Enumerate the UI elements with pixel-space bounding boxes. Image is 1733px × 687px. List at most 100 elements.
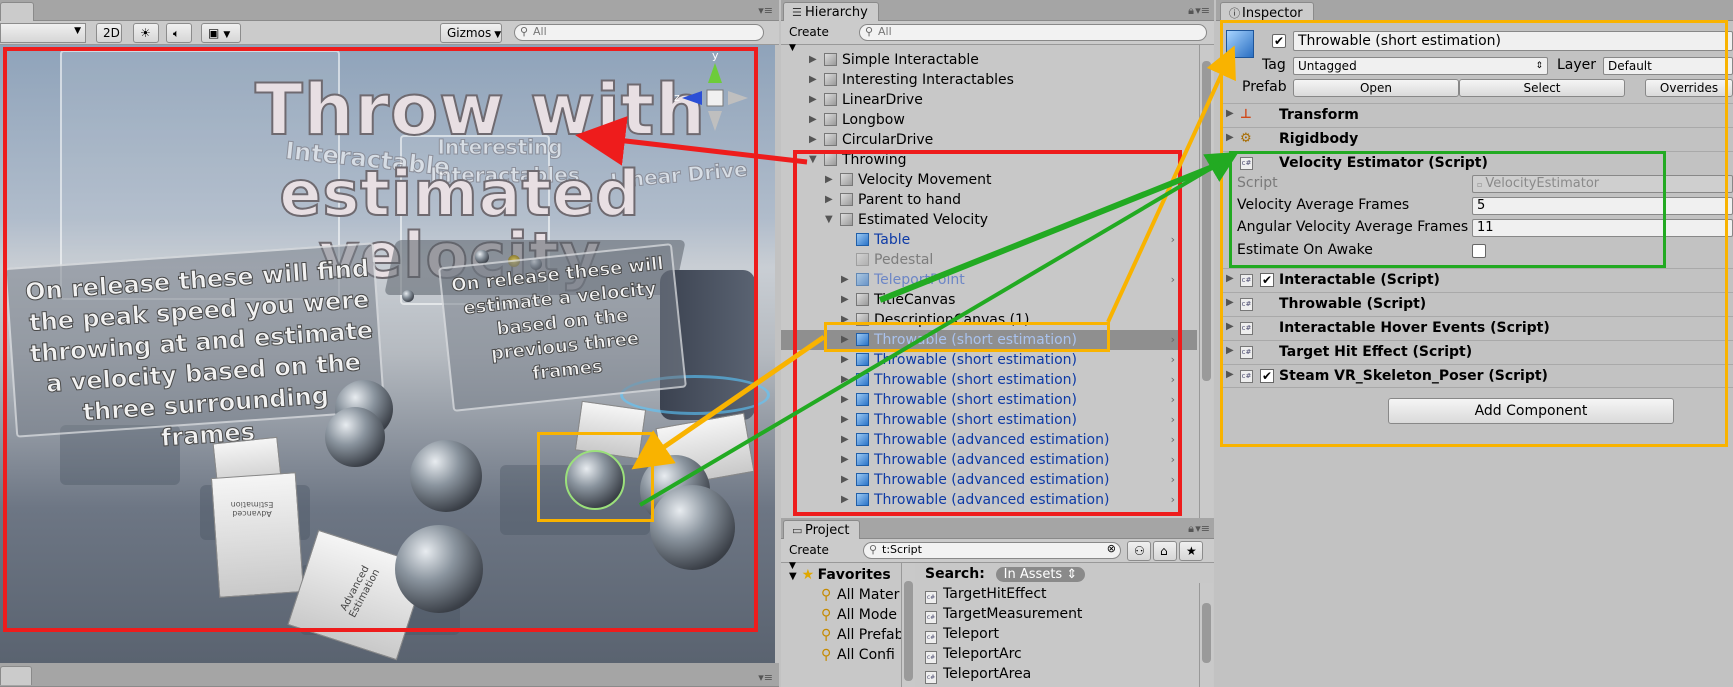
hierarchy-toolbar: Create ▼ ⚲ All (781, 21, 1214, 53)
create-label: Create (789, 543, 829, 557)
filter-by-type-button[interactable]: ⚇ (1127, 541, 1151, 561)
tab-menu-icon[interactable]: ▾≡ (758, 671, 773, 684)
hierarchy-scrollbar[interactable] (1199, 45, 1213, 518)
favorite-item[interactable]: ⚲ All Mode (821, 607, 897, 623)
project-toolbar: Create ▼ ⚲ t:Script ⊗ ⚇ ⌂ ★ (781, 539, 1214, 571)
list-icon: ☰ (792, 6, 802, 19)
script-icon: c# (925, 591, 937, 604)
red-highlight-scene (3, 47, 758, 632)
scene-search-input[interactable]: ⚲ All (514, 24, 764, 41)
hierarchy-tab-title: Hierarchy (805, 5, 868, 20)
tree-row[interactable]: ▶ Simple Interactable (781, 50, 1197, 70)
mode-2d-button[interactable]: 2D (96, 23, 122, 43)
script-icon: c# (925, 651, 937, 664)
scene-tab[interactable] (0, 2, 34, 21)
row-label: Interesting Interactables (842, 72, 1014, 88)
green-highlight-velocity-estimator (1229, 151, 1666, 268)
search-icon: ⚲ (821, 647, 832, 663)
filter-icon: ⚇ (1134, 544, 1145, 558)
tab-project[interactable]: ▭ Project (783, 520, 861, 539)
search-icon: ⚲ (821, 587, 832, 603)
tab-menu-icon[interactable]: ▾≡ (758, 4, 773, 17)
audio-toggle[interactable]: 🔈︎ (166, 23, 192, 43)
favorites-header[interactable]: ▼ ★ Favorites (789, 567, 891, 583)
script-result[interactable]: c# TargetHitEffect (925, 586, 1047, 604)
expand-arrow-icon[interactable]: ▶ (809, 130, 819, 150)
search-icon: ⚲ (520, 25, 529, 38)
gameobject-icon (824, 53, 837, 66)
scrollbar-thumb[interactable] (904, 581, 913, 681)
expand-arrow-icon[interactable]: ▶ (809, 50, 819, 70)
favorite-item[interactable]: ⚲ All Mater (821, 587, 899, 603)
favorites-scrollbar[interactable] (901, 563, 915, 687)
lighting-toggle[interactable]: ☀ (133, 23, 159, 43)
tree-row[interactable]: ▶ Interesting Interactables (781, 70, 1197, 90)
script-result[interactable]: c# Teleport (925, 626, 999, 644)
search-label: Search: (925, 566, 985, 582)
tab-menu-icon[interactable]: ▾≡ (1195, 522, 1210, 535)
star-icon: ★ (801, 567, 815, 583)
bottom-tabbar: ▾≡ (0, 663, 779, 687)
favorite-item[interactable]: ⚲ All Prefab (821, 627, 903, 643)
collapse-arrow-icon[interactable]: ▼ (789, 571, 797, 582)
project-tabbar: ▭ Project 🔒︎ ▾≡ (781, 518, 1214, 539)
speaker-icon: 🔈︎ (173, 27, 180, 40)
tab-inspector[interactable]: ⓘ Inspector (1220, 2, 1314, 21)
hierarchy-search-input[interactable]: ⚲ All (859, 24, 1207, 41)
effects-dropdown[interactable]: ▣ ▼ (201, 23, 241, 43)
gizmos-dropdown[interactable]: Gizmos ▼ (440, 23, 502, 43)
favorite-button[interactable]: ★ (1179, 541, 1203, 561)
favorites-label: Favorites (817, 567, 891, 583)
yellow-highlight-row (824, 322, 1110, 352)
tag-icon: ⌂ (1160, 544, 1168, 558)
scope-label: In Assets (1003, 567, 1063, 582)
project-search-input[interactable]: ⚲ t:Script ⊗ (863, 542, 1121, 559)
tree-row[interactable]: ▶ CircularDrive (781, 130, 1197, 150)
script-icon: c# (925, 671, 937, 684)
gizmos-label: Gizmos (447, 26, 492, 40)
yellow-highlight-ball (537, 432, 654, 522)
scope-dropdown[interactable]: In Assets ⇕ (995, 567, 1086, 582)
result-label: TeleportArea (943, 666, 1032, 682)
clear-search-icon[interactable]: ⊗ (1107, 542, 1116, 555)
row-label: Simple Interactable (842, 52, 979, 68)
image-icon: ▣ (208, 26, 220, 40)
scrollbar-thumb[interactable] (1202, 61, 1211, 381)
bottom-tab[interactable] (0, 666, 32, 685)
scene-toolbar: ▼ 2D ☀ 🔈︎ ▣ ▼ Gizmos ▼ ⚲ All (0, 21, 779, 45)
project-create-dropdown[interactable]: Create ▼ (783, 541, 845, 571)
lock-icon[interactable]: 🔒︎ (1188, 522, 1194, 536)
lock-icon[interactable]: 🔒︎ (1188, 4, 1194, 18)
shading-mode-dropdown[interactable]: ▼ (0, 23, 86, 43)
filter-by-label-button[interactable]: ⌂ (1153, 541, 1177, 561)
tab-hierarchy[interactable]: ☰ Hierarchy (783, 2, 879, 21)
expand-arrow-icon[interactable]: ▶ (809, 70, 819, 90)
row-label: CircularDrive (842, 132, 934, 148)
search-icon: ⚲ (821, 607, 832, 623)
info-icon: ⓘ (1229, 7, 1240, 20)
results-scrollbar[interactable] (1199, 583, 1213, 687)
script-result[interactable]: c# TeleportArc (925, 646, 1022, 664)
hierarchy-create-dropdown[interactable]: Create ▼ (783, 23, 845, 53)
tree-row[interactable]: ▶ LinearDrive (781, 90, 1197, 110)
search-value: t:Script (882, 543, 922, 556)
search-placeholder: All (878, 25, 892, 38)
tab-menu-icon[interactable]: ▾≡ (1195, 4, 1210, 17)
expand-arrow-icon[interactable]: ▶ (809, 110, 819, 130)
favorites-tree: ▼ ★ Favorites ⚲ All Mater ⚲ All Mode ⚲ All P… (781, 563, 903, 687)
script-result[interactable]: c# TeleportArea (925, 666, 1031, 684)
tree-row[interactable]: ▶ Longbow (781, 110, 1197, 130)
script-result[interactable]: c# TargetMeasurement (925, 606, 1082, 624)
scrollbar-thumb[interactable] (1202, 603, 1211, 663)
expand-arrow-icon[interactable]: ▶ (809, 90, 819, 110)
search-icon: ⚲ (865, 25, 874, 38)
folder-icon: ▭ (792, 524, 803, 537)
result-label: TargetMeasurement (943, 606, 1083, 622)
chevron-down-icon: ▼ (74, 26, 81, 36)
favorite-item[interactable]: ⚲ All Confi (821, 647, 895, 663)
result-label: Teleport (943, 626, 999, 642)
result-label: TeleportArc (943, 646, 1022, 662)
inspector-tab-title: Inspector (1242, 6, 1303, 21)
search-placeholder: All (533, 25, 547, 38)
favorite-label: All Mode (837, 607, 897, 623)
